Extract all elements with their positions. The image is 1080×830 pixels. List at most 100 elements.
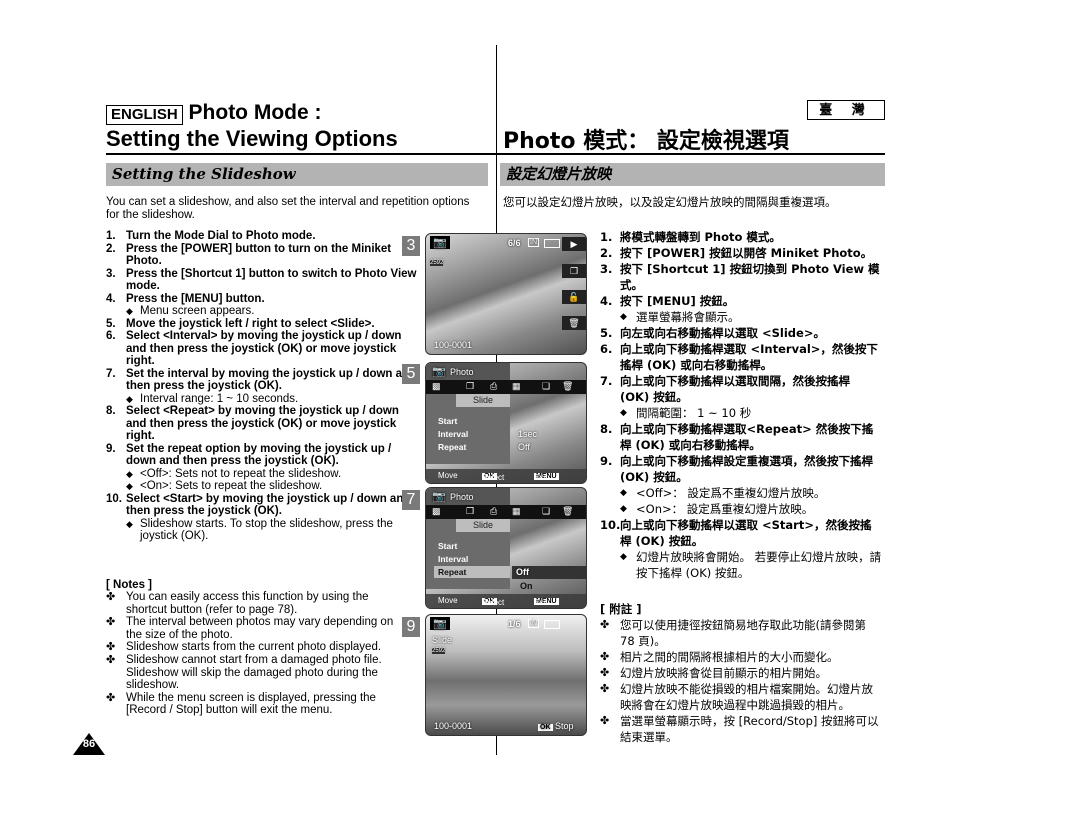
step-item: 3. 按下 [Shortcut 1] 按鈕切換到 Photo View 模式。 [600, 261, 882, 293]
title-line2: Setting the Viewing Options [106, 126, 398, 151]
step-text: Move the joystick left / right to select… [126, 317, 375, 330]
resolution-indicator: 2592 [430, 260, 444, 266]
step-item: 1. Turn the Mode Dial to Photo mode. [106, 230, 418, 243]
step-subitem: Menu screen appears. [106, 305, 418, 318]
step-subitem-text: <Off>： 設定爲不重複幻燈片放映。 [620, 485, 882, 501]
exit-hint: Exit [534, 473, 548, 482]
step-number: 2. [106, 242, 116, 255]
step-text: 向左或向右移動搖桿以選取 <Slide>。 [620, 326, 825, 340]
memory-indicator: IN [528, 238, 539, 247]
step-text: 向上或向下移動搖桿設定重複選項，然後按下搖桿 (OK) 按鈕。 [620, 454, 873, 484]
delete-icon: 🗑 [562, 381, 574, 391]
step-item: 5. 向左或向右移動搖桿以選取 <Slide>。 [600, 325, 882, 341]
screen-slide-menu: 📷 Photo ▩ ❐ ⎙ ▦ ❏ 🗑 Slide Start Interval… [425, 362, 587, 484]
slideshow-icon: ❐ [466, 506, 475, 516]
step-number: 8. [600, 422, 613, 436]
note-item: Slideshow starts from the current photo … [106, 641, 406, 654]
menu-hint-bar: Move OK Select MENU Exit [426, 469, 586, 483]
step-badge-3: 3 [402, 236, 420, 256]
step-text: 向上或向下移動搖桿以選取 <Start>，然後按搖桿 (OK) 按鈕。 [620, 518, 872, 548]
step-item: 5. Move the joystick left / right to sele… [106, 318, 418, 331]
camera-icon: 📷 [432, 366, 446, 378]
step-number: 2. [600, 246, 613, 260]
camera-icon: 📷 [430, 236, 450, 249]
step-subitem: <On>: Sets to repeat the slideshow. [106, 480, 418, 493]
step-item: 8. Select <Repeat> by moving the joystick… [106, 405, 418, 443]
step-text: Select <Start> by moving the joystick up… [126, 492, 411, 518]
step-text: Press the [Shortcut 1] button to switch … [126, 267, 417, 293]
ok-key: OK [538, 724, 553, 731]
file-number: 100-0001 [434, 721, 473, 731]
intro-zh: 您可以設定幻燈片放映，以及設定幻燈片放映的間隔與重複選項。 [503, 195, 837, 209]
menu-item-repeat[interactable]: Repeat [438, 567, 466, 577]
step-subitem: <Off>: Sets not to repeat the slideshow. [106, 468, 418, 481]
screen-repeat-menu: 📷 Photo ▩ ❐ ⎙ ▦ ❏ 🗑 Slide Start Interval… [425, 487, 587, 609]
exit-hint: Exit [534, 598, 548, 607]
menu-item-repeat[interactable]: Repeat [438, 442, 466, 452]
step-item: 10. Select <Start> by moving the joystick… [106, 493, 418, 518]
step-number: 10. [106, 492, 122, 505]
slideshow-icon: ❐ [466, 381, 475, 391]
steps-en: 1. Turn the Mode Dial to Photo mode. 2. Pre… [106, 230, 418, 543]
note-item: 幻燈片放映將會從目前顯示的相片開始。 [600, 665, 882, 681]
step-subitem-text: 選單螢幕將會顯示。 [620, 309, 882, 325]
notes-en: [ Notes ] You can easily access this fun… [106, 579, 406, 717]
photo-counter: 1/6 [508, 619, 521, 629]
step-item: 8. 向上或向下移動搖桿選取<Repeat> 然後按下搖桿 (OK) 或向右移動搖… [600, 421, 882, 453]
option-off[interactable]: Off [516, 567, 529, 577]
step-text: 將模式轉盤轉到 Photo 模式。 [620, 230, 781, 244]
section-title-zh: 設定幻燈片放映 [500, 163, 885, 186]
mode-label: Photo [450, 492, 474, 502]
notes-title-zh: [ 附註 ] [600, 602, 642, 616]
menu-item-interval[interactable]: Interval [438, 554, 468, 564]
note-item: 幻燈片放映不能從損毀的相片檔案開始。幻燈片放映將會在幻燈片放映過程中跳過損毀的相… [600, 681, 882, 713]
note-item: 相片之間的間隔將根據相片的大小而變化。 [600, 649, 882, 665]
menu-item-interval[interactable]: Interval [438, 429, 468, 439]
intro-en: You can set a slideshow, and also set th… [106, 196, 470, 221]
step-text: 向上或向下移動搖桿以選取間隔，然後按搖桿 (OK) 按鈕。 [620, 374, 850, 404]
step-number: 6. [600, 342, 613, 356]
select-hint: Select [482, 473, 505, 482]
copy-icon: ❏ [542, 506, 551, 516]
step-badge-9: 9 [402, 617, 420, 637]
region-label: 臺 灣 [807, 100, 885, 120]
tab-slide[interactable]: Slide [456, 394, 510, 407]
type-icon: ▦ [512, 506, 521, 516]
steps-zh: 1. 將模式轉盤轉到 Photo 模式。 2. 按下 [POWER] 按鈕以開啓 Mi… [600, 229, 882, 581]
menu-item-start[interactable]: Start [438, 541, 457, 551]
step-text: Set the repeat option by moving the joys… [126, 442, 392, 468]
step-item: 7. 向上或向下移動搖桿以選取間隔，然後按搖桿 (OK) 按鈕。 [600, 373, 882, 405]
page-number: 86 [82, 738, 96, 750]
menu-item-start[interactable]: Start [438, 416, 457, 426]
step-number: 4. [106, 292, 116, 305]
step-subitem-text: 間隔範圍： 1 ~ 10 秒 [620, 405, 882, 421]
slideshow-icon: ❐ [562, 264, 586, 278]
step-text: Select <Repeat> by moving the joystick u… [126, 405, 399, 442]
step-text: Press the [POWER] button to turn on the … [126, 242, 392, 268]
interval-value: 1sec [518, 429, 538, 439]
step-subitem-text: Interval range: 1 ~ 10 seconds. [126, 393, 418, 406]
menu-hint-bar: Move OK Select MENU Exit [426, 594, 586, 608]
slide-label: Slide [432, 635, 453, 645]
menu-panel: Slide Start Interval Repeat [426, 394, 510, 464]
step-text: 按下 [MENU] 按鈕。 [620, 294, 735, 308]
note-item: The interval between photos may vary dep… [106, 616, 406, 641]
step-item: 4. 按下 [MENU] 按鈕。 [600, 293, 882, 309]
step-item: 2. 按下 [POWER] 按鈕以開啓 Miniket Photo。 [600, 245, 882, 261]
menu-icon-strip: ▩ ❐ ⎙ ▦ ❏ 🗑 [426, 380, 586, 394]
delete-icon: 🗑 [562, 506, 574, 516]
step-item: 4. Press the [MENU] button. [106, 293, 418, 306]
option-on[interactable]: On [520, 581, 533, 591]
step-subitem: <Off>： 設定爲不重複幻燈片放映。 [600, 485, 882, 501]
mode-label: Photo [450, 367, 474, 377]
display-icon: ▩ [432, 381, 441, 391]
step-number: 7. [106, 367, 116, 380]
step-text: Select <Interval> by moving the joystick… [126, 330, 402, 367]
memory-indicator: IN [528, 619, 539, 628]
step-text: Turn the Mode Dial to Photo mode. [126, 230, 316, 242]
step-number: 5. [600, 326, 613, 340]
tab-slide[interactable]: Slide [456, 519, 510, 532]
step-text: Press the [MENU] button. [126, 292, 265, 305]
step-text: 向上或向下移動搖桿選取 <Interval>，然後按下搖桿 (OK) 或向右移動… [620, 342, 878, 372]
title-rule-zh [497, 153, 885, 155]
